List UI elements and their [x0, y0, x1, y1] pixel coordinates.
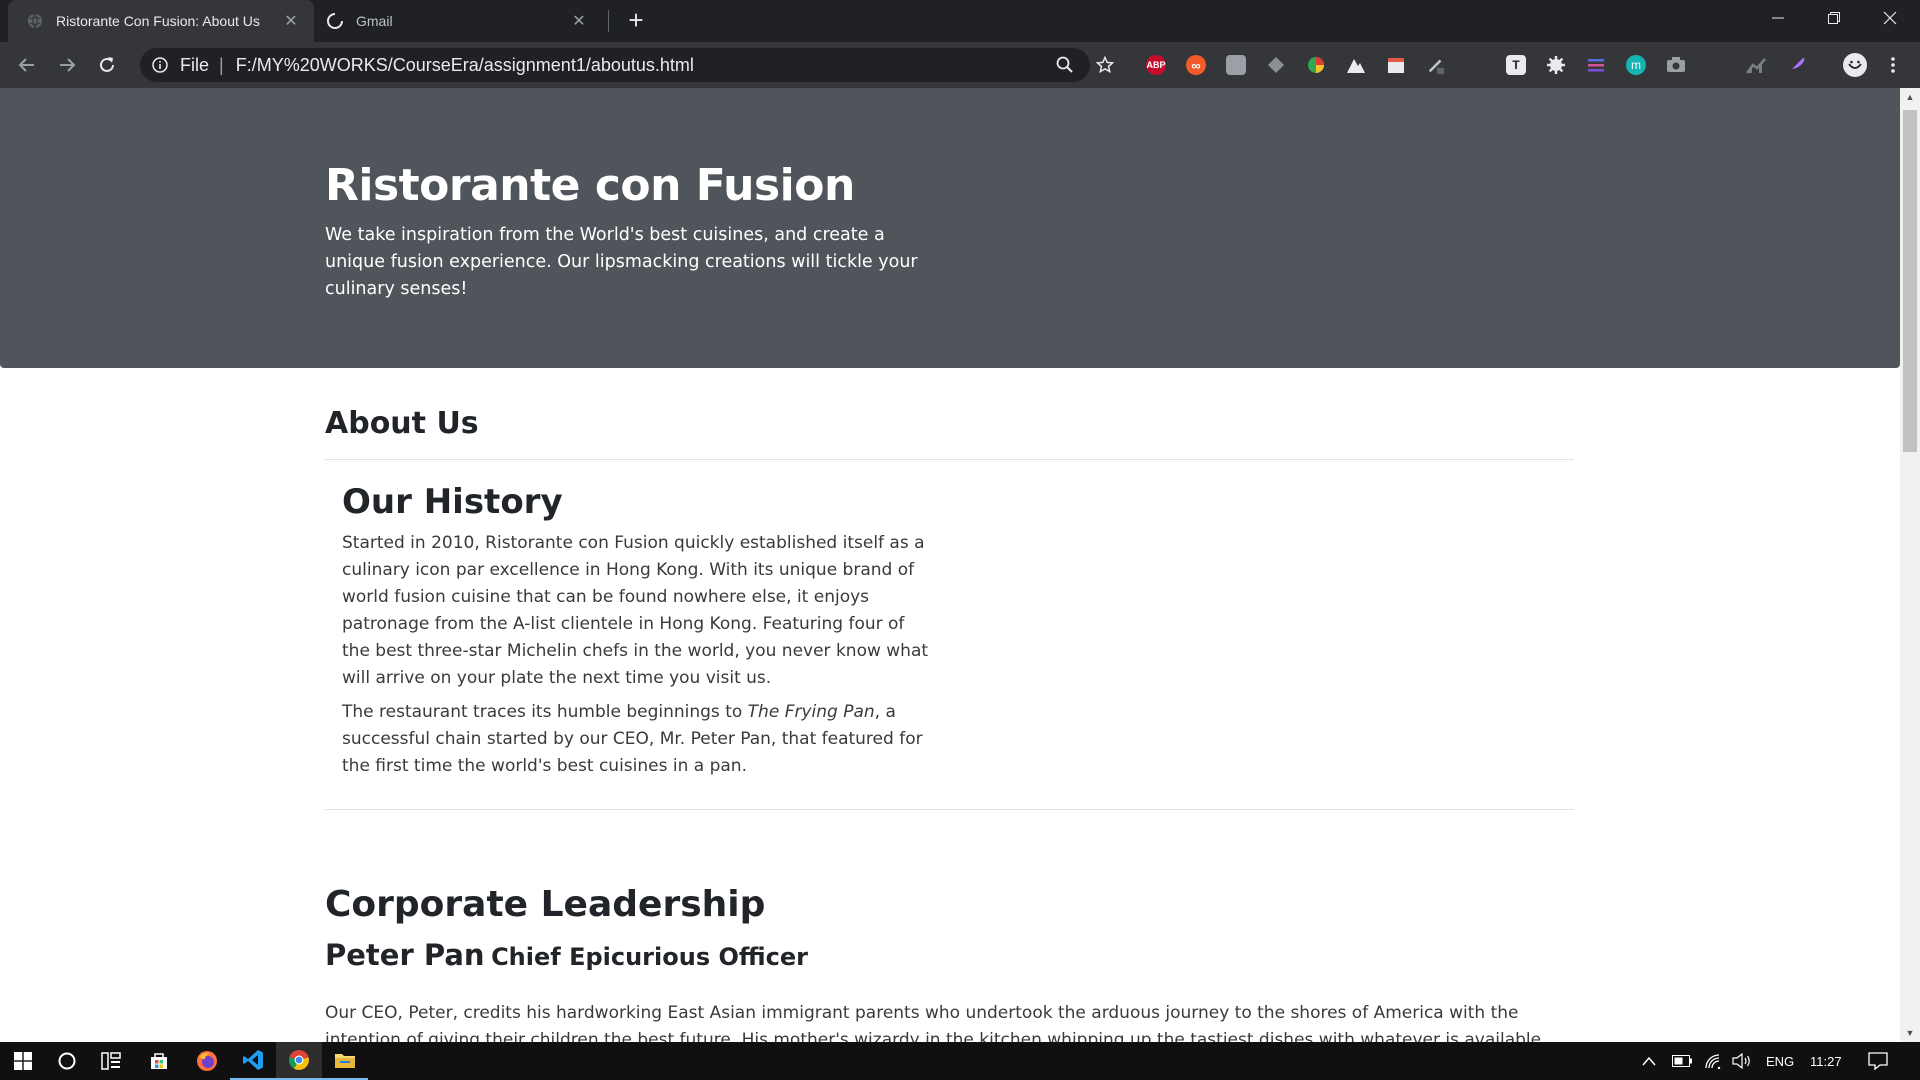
- tab-about-us[interactable]: Ristorante Con Fusion: About Us ✕: [8, 0, 314, 42]
- windows-start-icon[interactable]: [0, 1042, 46, 1080]
- chart-ext-icon[interactable]: [1746, 55, 1766, 75]
- site-title: Ristorante con Fusion: [325, 160, 855, 211]
- evernote-icon[interactable]: [1226, 55, 1246, 75]
- infinity-icon[interactable]: ∞: [1186, 55, 1206, 75]
- camera-icon[interactable]: [1666, 55, 1686, 75]
- pen-icon[interactable]: [1426, 55, 1446, 75]
- store-icon[interactable]: [136, 1042, 182, 1080]
- mountain-icon[interactable]: [1346, 55, 1366, 75]
- m-icon[interactable]: m: [1626, 55, 1646, 75]
- gear-ext-icon[interactable]: [1546, 55, 1566, 75]
- divider: [325, 809, 1574, 810]
- history-p2-italic: The Frying Pan: [747, 702, 875, 722]
- leader-heading: Peter Pan Chief Epicurious Officer: [325, 938, 808, 972]
- bookmark-star-icon[interactable]: [1090, 50, 1120, 80]
- site-tagline: We take inspiration from the World's bes…: [325, 225, 918, 299]
- reload-button[interactable]: [92, 50, 122, 80]
- scroll-up-arrow-icon[interactable]: ▲: [1900, 88, 1920, 106]
- zoom-icon[interactable]: [1050, 50, 1080, 80]
- leader-description: Our CEO, Peter, credits his hardworking …: [325, 1003, 1542, 1042]
- leader-name: Peter Pan: [325, 938, 485, 972]
- clock[interactable]: 11:27: [1810, 1042, 1842, 1080]
- scroll-down-arrow-icon[interactable]: ▼: [1900, 1024, 1920, 1042]
- jumbotron: Ristorante con Fusion We take inspiratio…: [0, 88, 1900, 368]
- divider: [325, 459, 1574, 460]
- tab-title: Ristorante Con Fusion: About Us: [56, 13, 260, 29]
- cortana-search-icon[interactable]: [44, 1042, 90, 1080]
- stack-icon[interactable]: [1586, 55, 1606, 75]
- browser-toolbar: File | F:/MY%20WORKS/CourseEra/assignmen…: [0, 42, 1920, 88]
- close-icon[interactable]: ✕: [282, 12, 300, 30]
- address-bar[interactable]: File | F:/MY%20WORKS/CourseEra/assignmen…: [140, 48, 1090, 82]
- leader-title: Chief Epicurious Officer: [491, 943, 808, 971]
- task-view-icon[interactable]: [88, 1042, 134, 1080]
- close-window-button[interactable]: [1862, 0, 1918, 36]
- tab-gmail[interactable]: Gmail ✕: [316, 0, 602, 42]
- about-heading: About Us: [325, 406, 479, 441]
- history-paragraph-2: The restaurant traces its humble beginni…: [342, 699, 932, 780]
- layers-icon[interactable]: [1266, 55, 1286, 75]
- page-scrollbar[interactable]: ▲ ▼: [1900, 88, 1920, 1042]
- file-explorer-icon[interactable]: [322, 1042, 368, 1080]
- restore-button[interactable]: [1806, 0, 1862, 36]
- action-center-icon[interactable]: [1868, 1042, 1888, 1080]
- chrome-icon[interactable]: [276, 1042, 322, 1080]
- close-icon[interactable]: ✕: [570, 12, 588, 30]
- firefox-icon[interactable]: [184, 1042, 230, 1080]
- calendar-icon[interactable]: [1386, 55, 1406, 75]
- page-viewport: Ristorante con Fusion We take inspiratio…: [0, 88, 1900, 1042]
- corporate-heading: Corporate Leadership: [325, 884, 766, 925]
- t-icon[interactable]: T: [1506, 55, 1526, 75]
- history-paragraph-1: Started in 2010, Ristorante con Fusion q…: [342, 533, 929, 688]
- loading-spinner-icon: [326, 12, 344, 30]
- volume-icon[interactable]: [1732, 1042, 1752, 1080]
- tray-overflow-icon[interactable]: [1642, 1042, 1656, 1080]
- wifi-icon[interactable]: [1704, 1042, 1722, 1080]
- profile-avatar-icon[interactable]: [1843, 53, 1867, 77]
- info-icon[interactable]: [150, 55, 170, 75]
- language-indicator[interactable]: ENG: [1766, 1042, 1794, 1080]
- url-text: F:/MY%20WORKS/CourseEra/assignment1/abou…: [235, 54, 694, 75]
- url-divider: |: [219, 54, 224, 75]
- abp-icon[interactable]: ABP: [1146, 55, 1166, 75]
- url-scheme: File: [180, 54, 210, 75]
- colorwheel-icon[interactable]: [1306, 55, 1326, 75]
- feather-icon[interactable]: [1786, 55, 1806, 75]
- history-heading: Our History: [342, 482, 563, 522]
- globe-icon: [26, 12, 44, 30]
- back-button[interactable]: [12, 50, 42, 80]
- new-tab-button[interactable]: +: [622, 7, 650, 35]
- windows-taskbar: ENG 11:27: [0, 1042, 1920, 1080]
- battery-icon[interactable]: [1672, 1042, 1692, 1080]
- tab-separator: [608, 10, 609, 32]
- minimize-button[interactable]: [1750, 0, 1806, 36]
- forward-button[interactable]: [52, 50, 82, 80]
- vscode-icon[interactable]: [230, 1042, 276, 1080]
- tab-title: Gmail: [356, 13, 393, 29]
- tab-strip: Ristorante Con Fusion: About Us ✕ Gmail …: [0, 0, 1920, 42]
- history-p2-before: The restaurant traces its humble beginni…: [342, 702, 748, 722]
- menu-kebab-icon[interactable]: [1883, 55, 1903, 75]
- scroll-thumb[interactable]: [1903, 110, 1917, 452]
